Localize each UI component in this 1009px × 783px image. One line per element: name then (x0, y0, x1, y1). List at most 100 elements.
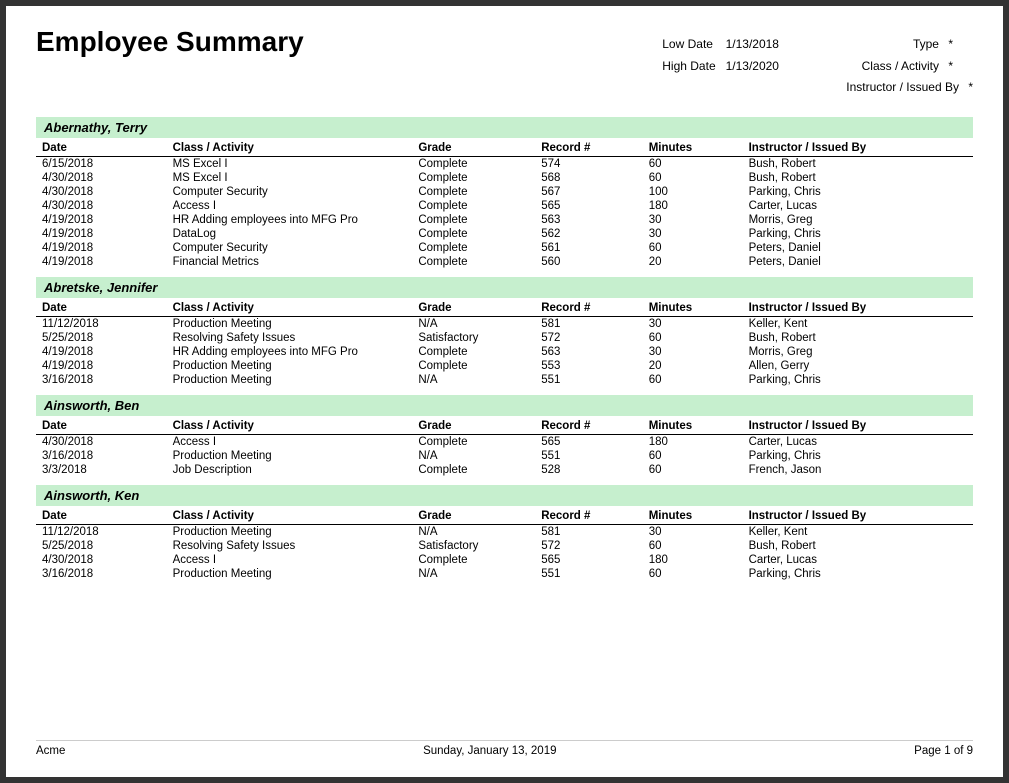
table-row: 4/19/2018Computer SecurityComplete56160P… (36, 241, 973, 255)
high-date-value: 1/13/2020 (726, 59, 779, 73)
cell-date: 6/15/2018 (36, 156, 167, 171)
cell-class: Production Meeting (167, 316, 413, 331)
cell-class: MS Excel I (167, 156, 413, 171)
cell-record: 572 (535, 331, 643, 345)
cell-instructor: Bush, Robert (743, 171, 973, 185)
cell-grade: Complete (412, 345, 535, 359)
cell-minutes: 180 (643, 434, 743, 449)
cell-record: 568 (535, 171, 643, 185)
table-row: 4/19/2018HR Adding employees into MFG Pr… (36, 345, 973, 359)
low-date-value: 1/13/2018 (726, 37, 779, 51)
cell-grade: Satisfactory (412, 539, 535, 553)
cell-instructor: Allen, Gerry (743, 359, 973, 373)
table-row: 4/30/2018Access IComplete565180Carter, L… (36, 434, 973, 449)
cell-minutes: 60 (643, 171, 743, 185)
col-header-instructor: Instructor / Issued By (743, 300, 973, 317)
cell-class: Access I (167, 199, 413, 213)
col-header-record: Record # (535, 140, 643, 157)
employees-container: Abernathy, TerryDateClass / ActivityGrad… (36, 117, 973, 581)
employee-section: Abretske, JenniferDateClass / ActivityGr… (36, 277, 973, 387)
cell-minutes: 30 (643, 227, 743, 241)
cell-class: Job Description (167, 463, 413, 477)
cell-class: Resolving Safety Issues (167, 539, 413, 553)
cell-record: 581 (535, 524, 643, 539)
cell-record: 562 (535, 227, 643, 241)
col-header-class: Class / Activity (167, 508, 413, 525)
cell-class: Computer Security (167, 185, 413, 199)
cell-minutes: 180 (643, 553, 743, 567)
cell-grade: Complete (412, 553, 535, 567)
table-row: 5/25/2018Resolving Safety IssuesSatisfac… (36, 539, 973, 553)
cell-date: 4/19/2018 (36, 359, 167, 373)
cell-class: Financial Metrics (167, 255, 413, 269)
cell-minutes: 60 (643, 331, 743, 345)
cell-instructor: Morris, Greg (743, 213, 973, 227)
col-header-class: Class / Activity (167, 300, 413, 317)
meta-right: Type * Class / Activity * Instructor / I… (839, 34, 973, 99)
cell-record: 563 (535, 213, 643, 227)
employee-section: Ainsworth, KenDateClass / ActivityGradeR… (36, 485, 973, 581)
cell-instructor: Parking, Chris (743, 227, 973, 241)
cell-record: 565 (535, 434, 643, 449)
cell-instructor: Parking, Chris (743, 185, 973, 199)
col-header-class: Class / Activity (167, 418, 413, 435)
cell-record: 560 (535, 255, 643, 269)
cell-date: 5/25/2018 (36, 539, 167, 553)
footer-company: Acme (36, 745, 65, 757)
col-header-date: Date (36, 300, 167, 317)
cell-class: Resolving Safety Issues (167, 331, 413, 345)
col-header-instructor: Instructor / Issued By (743, 140, 973, 157)
cell-class: Production Meeting (167, 359, 413, 373)
cell-grade: Complete (412, 213, 535, 227)
cell-record: 567 (535, 185, 643, 199)
col-header-record: Record # (535, 300, 643, 317)
cell-instructor: Parking, Chris (743, 567, 973, 581)
cell-minutes: 30 (643, 316, 743, 331)
table-row: 3/16/2018Production MeetingN/A55160Parki… (36, 373, 973, 387)
employee-table: DateClass / ActivityGradeRecord #Minutes… (36, 418, 973, 477)
cell-date: 3/16/2018 (36, 373, 167, 387)
cell-date: 4/19/2018 (36, 213, 167, 227)
cell-grade: Complete (412, 199, 535, 213)
col-header-minutes: Minutes (643, 140, 743, 157)
cell-date: 4/19/2018 (36, 241, 167, 255)
cell-record: 551 (535, 373, 643, 387)
col-header-record: Record # (535, 508, 643, 525)
table-row: 4/19/2018Production MeetingComplete55320… (36, 359, 973, 373)
cell-grade: Complete (412, 156, 535, 171)
cell-class: HR Adding employees into MFG Pro (167, 213, 413, 227)
cell-instructor: Morris, Greg (743, 345, 973, 359)
cell-grade: N/A (412, 449, 535, 463)
cell-minutes: 60 (643, 539, 743, 553)
cell-minutes: 60 (643, 241, 743, 255)
employee-table: DateClass / ActivityGradeRecord #Minutes… (36, 300, 973, 387)
cell-minutes: 60 (643, 373, 743, 387)
cell-instructor: Parking, Chris (743, 373, 973, 387)
cell-instructor: Carter, Lucas (743, 434, 973, 449)
cell-record: 565 (535, 199, 643, 213)
cell-date: 4/30/2018 (36, 185, 167, 199)
cell-record: 581 (535, 316, 643, 331)
col-header-record: Record # (535, 418, 643, 435)
table-row: 11/12/2018Production MeetingN/A58130Kell… (36, 524, 973, 539)
cell-class: Access I (167, 553, 413, 567)
cell-grade: Satisfactory (412, 331, 535, 345)
high-date-label: High Date (662, 56, 722, 78)
cell-instructor: Parking, Chris (743, 449, 973, 463)
cell-date: 4/19/2018 (36, 345, 167, 359)
col-header-grade: Grade (412, 418, 535, 435)
low-date-label: Low Date (662, 34, 722, 56)
table-row: 4/19/2018Financial MetricsComplete56020P… (36, 255, 973, 269)
cell-instructor: Bush, Robert (743, 331, 973, 345)
cell-date: 4/30/2018 (36, 553, 167, 567)
col-header-minutes: Minutes (643, 508, 743, 525)
cell-record: 551 (535, 449, 643, 463)
table-row: 3/16/2018Production MeetingN/A55160Parki… (36, 449, 973, 463)
class-activity-label: Class / Activity (839, 56, 939, 78)
cell-grade: Complete (412, 185, 535, 199)
cell-date: 11/12/2018 (36, 316, 167, 331)
cell-minutes: 60 (643, 463, 743, 477)
cell-class: DataLog (167, 227, 413, 241)
cell-instructor: Carter, Lucas (743, 199, 973, 213)
cell-class: Production Meeting (167, 567, 413, 581)
